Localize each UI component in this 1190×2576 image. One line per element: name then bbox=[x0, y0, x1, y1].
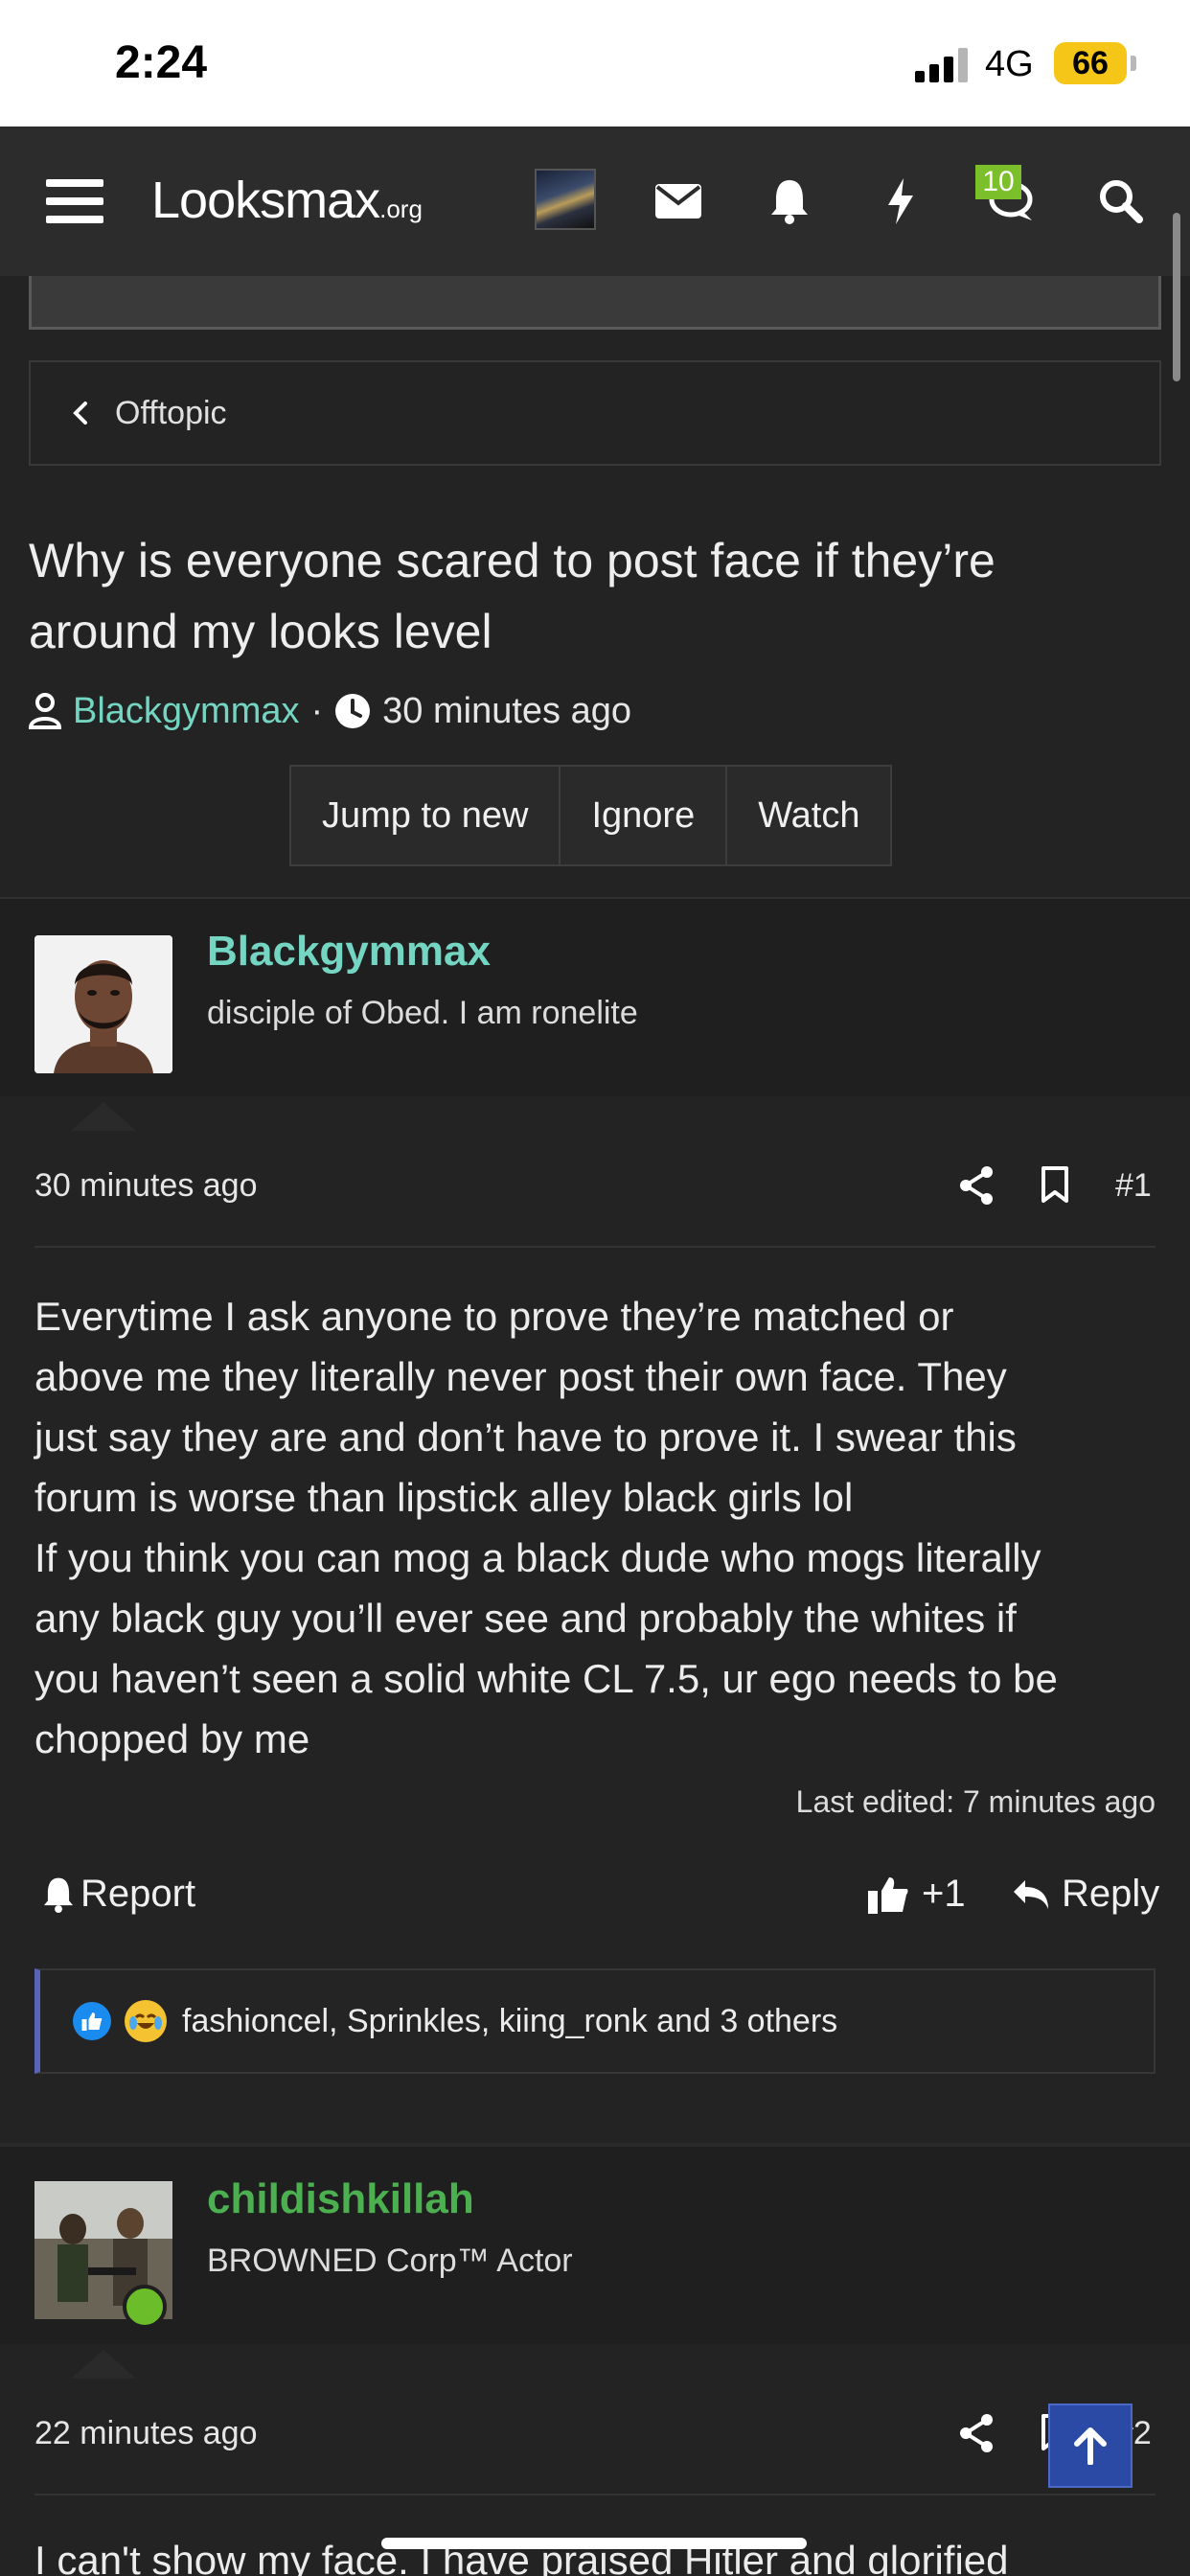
online-status-indicator bbox=[123, 2285, 167, 2329]
battery-level: 66 bbox=[1072, 45, 1109, 81]
thread-author-link[interactable]: Blackgymmax bbox=[73, 691, 300, 732]
bell-icon bbox=[43, 1877, 74, 1913]
message-line: If you think you can mog a black dude wh… bbox=[34, 1535, 1041, 1580]
message-line: forum is worse than lipstick alley black… bbox=[34, 1475, 854, 1520]
search-icon[interactable] bbox=[1085, 165, 1157, 238]
chevron-left-icon bbox=[73, 402, 87, 425]
message-arrow bbox=[71, 1102, 136, 1131]
network-type: 4G bbox=[985, 44, 1034, 84]
signal-icon bbox=[915, 48, 969, 82]
status-bar: 2:24 4G 66 bbox=[0, 0, 1190, 126]
thread-actions: Jump to new Ignore Watch bbox=[289, 765, 893, 866]
like-reaction-icon bbox=[73, 2002, 111, 2040]
post-author-block: Blackgymmax disciple of Obed. I am ronel… bbox=[0, 899, 1190, 1096]
menu-icon[interactable] bbox=[38, 165, 111, 238]
clock-icon bbox=[335, 694, 371, 728]
page-scrollbar[interactable] bbox=[1173, 213, 1180, 381]
like-button[interactable]: +1 bbox=[868, 1873, 966, 1916]
share-icon[interactable] bbox=[958, 2413, 995, 2458]
divider bbox=[34, 2494, 1156, 2496]
jump-to-new-button[interactable]: Jump to new bbox=[291, 767, 561, 864]
message-line: any black guy you’ll ever see and probab… bbox=[34, 1596, 1017, 1641]
thumbs-up-icon bbox=[868, 1876, 908, 1914]
post-date-link[interactable]: 30 minutes ago bbox=[34, 1167, 258, 1205]
crying-laughing-reaction-icon bbox=[125, 2000, 167, 2042]
reply-button[interactable]: Reply bbox=[1012, 1873, 1159, 1916]
post-author-block: childishkillah BROWNED Corp™ Actor bbox=[0, 2147, 1190, 2344]
logo-suffix: .org bbox=[379, 195, 423, 223]
thread-meta: Blackgymmax · 30 minutes ago bbox=[29, 686, 631, 736]
reactions-users: fashioncel, Sprinkles, kiing_ronk and 3 … bbox=[182, 2002, 838, 2039]
site-logo[interactable]: Lᴏᴏksmax.org bbox=[151, 171, 423, 230]
home-indicator[interactable] bbox=[381, 2538, 807, 2549]
header-strip bbox=[29, 276, 1161, 330]
battery-tip bbox=[1131, 56, 1136, 71]
breadcrumb-label[interactable]: Offtopic bbox=[115, 395, 227, 432]
scroll-to-top-button[interactable] bbox=[1048, 2404, 1133, 2488]
top-navbar: Lᴏᴏksmax.org 10 bbox=[0, 126, 1190, 276]
thread-time: 30 minutes ago bbox=[382, 690, 631, 731]
ignore-button[interactable]: Ignore bbox=[561, 767, 728, 864]
post-message: Everytime I ask anyone to prove they’re … bbox=[34, 1286, 1156, 1769]
meta-separator: · bbox=[310, 690, 324, 731]
envelope-icon[interactable] bbox=[642, 165, 715, 238]
post-body: 30 minutes ago #1 Everytime I ask anyone… bbox=[0, 1131, 1190, 2131]
reply-icon bbox=[1014, 1879, 1048, 1909]
bell-icon[interactable] bbox=[753, 165, 826, 238]
message-line: just say they are and don’t have to prov… bbox=[34, 1414, 1017, 1460]
user-title: BROWNED Corp™ Actor bbox=[207, 2242, 573, 2279]
account-avatar[interactable] bbox=[535, 169, 596, 230]
avatar[interactable] bbox=[34, 935, 172, 1073]
watch-button[interactable]: Watch bbox=[727, 767, 890, 864]
report-label: Report bbox=[80, 1873, 196, 1915]
logo-text: Lᴏᴏksmax bbox=[151, 172, 380, 229]
post-username-link[interactable]: childishkillah bbox=[207, 2175, 474, 2223]
reply-label: Reply bbox=[1062, 1873, 1160, 1915]
message-arrow bbox=[71, 2350, 136, 2379]
message-line: Everytime I ask anyone to prove they’re … bbox=[34, 1294, 954, 1339]
page-title: Why is everyone scared to post face if t… bbox=[29, 534, 995, 658]
arrow-up-icon bbox=[1074, 2427, 1107, 2465]
like-count: +1 bbox=[922, 1873, 966, 1915]
last-edited: Last edited: 7 minutes ago bbox=[795, 1784, 1156, 1819]
report-button[interactable]: Report bbox=[42, 1873, 195, 1916]
post-username-link[interactable]: Blackgymmax bbox=[207, 928, 491, 976]
post-date-link[interactable]: 22 minutes ago bbox=[34, 2415, 258, 2452]
breadcrumb[interactable]: Offtopic bbox=[29, 360, 1161, 466]
bolt-icon[interactable] bbox=[864, 165, 937, 238]
battery-icon: 66 bbox=[1054, 42, 1127, 84]
status-time: 2:24 bbox=[115, 37, 208, 88]
message-line: chopped by me bbox=[34, 1716, 310, 1761]
post-number-link[interactable]: #1 bbox=[1115, 1167, 1152, 1205]
message-line: you haven’t seen a solid white CL 7.5, u… bbox=[34, 1656, 1058, 1701]
conversations-badge: 10 bbox=[975, 165, 1021, 199]
bookmark-icon[interactable] bbox=[1041, 1165, 1069, 1208]
user-title: disciple of Obed. I am ronelite bbox=[207, 995, 638, 1031]
reactions-bar[interactable]: fashioncel, Sprinkles, kiing_ronk and 3 … bbox=[34, 1968, 1156, 2074]
divider bbox=[34, 1246, 1156, 1248]
user-icon bbox=[29, 693, 61, 729]
share-icon[interactable] bbox=[958, 1165, 995, 1210]
message-line: above me they literally never post their… bbox=[34, 1354, 1007, 1399]
